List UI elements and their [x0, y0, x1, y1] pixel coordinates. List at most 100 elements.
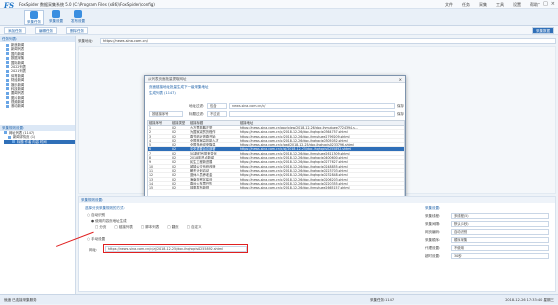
dialog-title: 从列表页面批量提取网址 [145, 76, 405, 83]
option-row: □ 分页 □ 链接列表 □ 脚本列表 □ 翻页 □ 自定义 [95, 225, 202, 230]
setting-label: 代理设置: [425, 246, 441, 250]
table-cell: 春节临近铁路开始 [190, 134, 216, 138]
table-cell: 九万里风鹏正举 [190, 126, 213, 130]
close-icon[interactable]: × [551, 1, 555, 7]
folder-icon [6, 78, 9, 82]
task-tree-item[interactable]: 滚动新闻 [6, 104, 75, 108]
radio-label: 自动识别 [91, 213, 106, 217]
checkbox-label: 翻页 [171, 225, 179, 229]
table-cell: https://news.sina.com.cn/c/gat/2018-12-2… [240, 143, 354, 147]
table-cell: https://news.sina.com.cn/c/2018-12-26/do… [240, 168, 348, 173]
dialog-sub: 生成列表 (1147) [149, 91, 176, 95]
task-tree: 新浪新闻 新闻列表 国内新闻 数据采集 国际新闻 2022列表 2021列表 体育新闻 财经新闻… [0, 42, 75, 109]
checkbox-label: 分页 [99, 225, 107, 229]
table-cell: 02 [172, 181, 177, 186]
folder-icon [6, 87, 9, 91]
folder-icon [6, 74, 9, 78]
title-filter-mode[interactable]: 不过滤 [207, 111, 227, 117]
setting-label: 网页编码: [425, 230, 441, 234]
left-panel: 任务列表: 新浪新闻 新闻列表 国内新闻 数据采集 国际新闻 2022列表 2021列表 体育… [0, 36, 76, 294]
addr-filter-label: 地址过滤: [189, 104, 205, 108]
addr-filter-mode[interactable]: 包含 [207, 103, 227, 109]
table-cell: 7 [149, 151, 152, 156]
rule-item-selected[interactable]: 标题 作者 内容 时间 [4, 139, 75, 145]
edit-task-button[interactable]: 编辑任务 [35, 27, 57, 34]
url-input[interactable]: https://news.sina.com.cn/ [100, 38, 556, 44]
menu-task[interactable]: 任务 [462, 2, 470, 8]
task-label: 要闻列表 [11, 91, 25, 96]
run-collect-button[interactable]: 采集数据 [532, 27, 554, 34]
tab-label: 发布设置 [71, 19, 85, 23]
tab-collect-task[interactable]: 采集任务 [24, 10, 44, 25]
table-cell: 12 [149, 173, 154, 178]
table-row[interactable]: 15 02 部委发布新规 https://news.sina.com.cn/c/201… [148, 186, 404, 191]
settings-icon [52, 10, 60, 18]
table-cell: https://news.sina.com.cn/c/2018-12-26/do… [240, 156, 348, 160]
save-button[interactable]: 保存 [397, 104, 404, 109]
task-label: 2021列表 [11, 69, 26, 74]
folder-icon [6, 61, 9, 65]
task-label: 国际新闻 [11, 60, 25, 65]
checkbox-custom[interactable]: □ 自定义 [187, 225, 202, 230]
table-cell: 2 [149, 130, 152, 135]
table-cell: 02 [172, 143, 177, 148]
checkbox-page[interactable]: □ 分页 [95, 225, 106, 230]
setting-select[interactable]: 多线程(5) [451, 213, 549, 219]
radio-auto[interactable]: ○ 自动识别 [87, 213, 105, 218]
checkbox-links[interactable]: □ 链接列表 [114, 225, 132, 230]
folder-icon [6, 83, 9, 87]
table-cell: 02 [172, 126, 177, 130]
col-type: 链接类型 [172, 121, 186, 125]
setting-select[interactable]: 不使用 [451, 245, 549, 251]
window-title: FoxSpider 数据采集系统 5.0 (C:\Program Files (… [19, 2, 155, 7]
rule-label: 标题 作者 内容 时间 [17, 139, 47, 144]
radio-label: 手动设置 [91, 237, 106, 241]
table-cell: 9 [149, 160, 152, 165]
maximize-icon[interactable]: □ [543, 1, 548, 7]
menu-settings[interactable]: 设置 [513, 2, 521, 8]
table-cell: 02 [172, 168, 177, 173]
table-body: 1 02 九万里风鹏正举 https://news.sina.com.cn/gov/x… [148, 126, 404, 191]
radio-manual[interactable]: ○ 手动设置 [87, 237, 105, 242]
tab-publish-settings[interactable]: 发布设置 [68, 10, 88, 25]
table-cell: 1 [149, 126, 152, 130]
menu-file[interactable]: 文件 [445, 2, 453, 8]
table-cell: https://news.sina.com.cn/c/2018-12-26/do… [240, 173, 348, 177]
table-cell: https://news.sina.com.cn/c/2018-12-26/do… [240, 160, 348, 164]
addr-filter-input[interactable]: news.sina.com.cn/c/ [229, 103, 395, 109]
table-cell: 11 [149, 168, 154, 173]
setting-select[interactable]: 30秒 [451, 253, 549, 259]
minimize-icon[interactable]: – [538, 1, 541, 7]
save-button-2[interactable]: 保存 [397, 112, 404, 117]
table-cell: 02 [172, 173, 177, 178]
col-url: 链接地址 [240, 121, 254, 125]
close-icon[interactable]: × [399, 77, 402, 82]
table-cell: 8 [149, 156, 152, 161]
setting-select[interactable]: 默认(1秒) [451, 221, 549, 227]
setting-label: 采集线程: [425, 214, 441, 218]
checkbox-flip[interactable]: □ 翻页 [167, 225, 178, 230]
setting-select[interactable]: 顺序采集 [451, 237, 549, 243]
menu-collect[interactable]: 采集 [479, 2, 487, 8]
sort-select[interactable]: 按链接序号 [149, 111, 183, 117]
title-filter-input[interactable] [229, 111, 395, 117]
table-cell: 02 [172, 177, 177, 182]
checkbox-label: 链接列表 [118, 225, 133, 229]
window-controls: – □ × [538, 1, 555, 7]
delete-task-button[interactable]: 删除任务 [66, 27, 88, 34]
table-cell: 2018年热点新闻 [190, 156, 215, 160]
table-cell: 全国首届高技能人才 [190, 138, 219, 143]
col-index: 链接序号 [149, 121, 163, 125]
file-icon [12, 140, 15, 144]
radio-content-url[interactable]: ● 使用内容页地址生成 [91, 219, 127, 224]
task-label: 新闻列表 [11, 47, 25, 52]
setting-label: 超时设置: [425, 254, 441, 258]
tab-collect-settings[interactable]: 采集设置 [46, 10, 66, 25]
table-cell: 02 [172, 164, 177, 169]
add-task-button[interactable]: 添加任务 [4, 27, 26, 34]
folder-icon [6, 65, 9, 69]
checkbox-script[interactable]: □ 脚本列表 [141, 225, 159, 230]
setting-select[interactable]: 自动识别 [451, 229, 549, 235]
menu-tools[interactable]: 工具 [496, 2, 504, 8]
table-cell: 全国多地迎来降温 [190, 143, 216, 147]
